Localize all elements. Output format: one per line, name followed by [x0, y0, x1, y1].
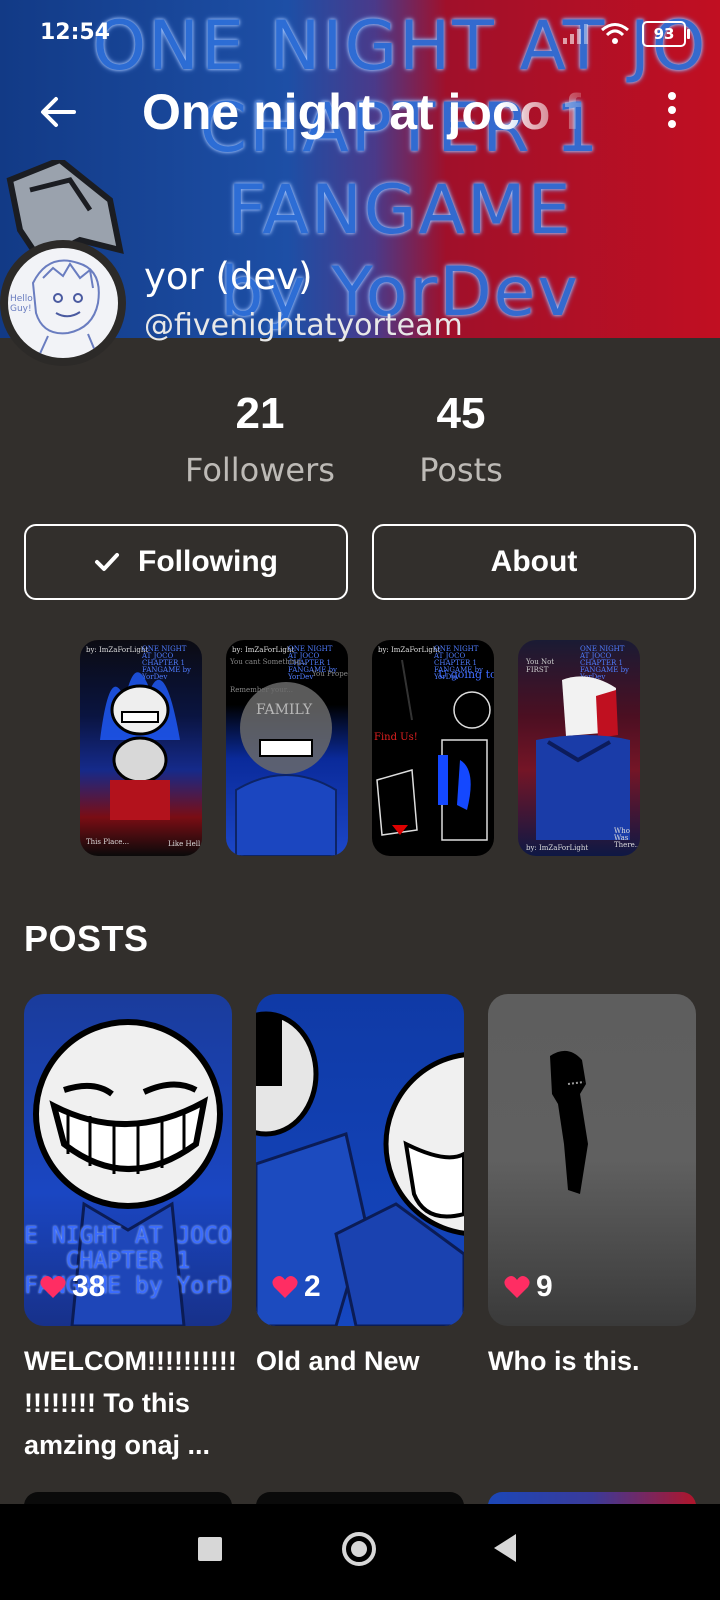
avatar-image: Hello Guy!	[8, 248, 118, 358]
nav-recent-icon[interactable]	[198, 1537, 222, 1561]
cover-caption: by: ImZaForLight	[526, 844, 589, 852]
status-bar: 12:54 93	[0, 0, 720, 70]
cover-thumbnail-4[interactable]: ONE NIGHT AT JOCO CHAPTER 1 FANGAME by Y…	[518, 640, 640, 856]
cover-caption: Like Hell	[168, 840, 201, 848]
banner-line: FANGAME	[227, 171, 573, 250]
avatar-caption: Hello Guy!	[10, 294, 33, 314]
followers-stat[interactable]: 21 Followers	[170, 388, 350, 500]
cover-thumbnail-2[interactable]: by: ImZaForLight ONE NIGHT AT JOCO CHAPT…	[226, 640, 348, 856]
nav-back-icon[interactable]	[494, 1534, 516, 1562]
followers-label: Followers	[185, 451, 335, 489]
heart-icon	[40, 1276, 66, 1298]
back-arrow-icon[interactable]	[30, 84, 86, 140]
wifi-icon	[601, 23, 629, 44]
cover-caption: Find Us!	[374, 732, 418, 743]
cover-caption: FAMILY	[256, 702, 313, 718]
profile-handle: @fivenightatyorteam	[144, 308, 463, 343]
post-card-1[interactable]: E NIGHT AT JOCO CHAPTER 1 FANGAME by Yor…	[24, 994, 232, 1326]
about-label: About	[490, 545, 578, 578]
check-icon	[95, 553, 120, 571]
post-likes-count: 38	[72, 1270, 106, 1303]
post-likes-count: 9	[536, 1270, 553, 1303]
status-icons: 93	[562, 20, 690, 48]
posts-count: 45	[436, 389, 486, 438]
post-2-title[interactable]: Old and New	[256, 1340, 466, 1382]
cover-caption: This Place...	[86, 838, 130, 846]
profile-username: yor (dev)	[144, 255, 313, 298]
posts-stat[interactable]: 45 Posts	[396, 388, 526, 500]
cover-caption: U going to	[438, 668, 494, 681]
battery-icon: 93	[642, 21, 690, 47]
posts-section-title: POSTS	[24, 918, 149, 959]
heart-icon	[504, 1276, 530, 1298]
followers-count: 21	[235, 389, 285, 438]
heart-icon	[272, 1276, 298, 1298]
posts-label: Posts	[419, 451, 503, 489]
post-card-2[interactable]: 2	[256, 994, 464, 1326]
following-label: Following	[138, 545, 278, 578]
cover-art-characters	[100, 672, 180, 820]
avatar[interactable]: Hello Guy!	[0, 240, 126, 366]
cover-caption: Who Was There...	[614, 827, 640, 849]
post-1-title[interactable]: WELCOM!!!!!!!!!! !!!!!!!! To this amzing…	[24, 1340, 237, 1466]
app-bar: One night at joco f	[0, 72, 720, 152]
system-nav-bar	[0, 1504, 720, 1600]
cover-art-face	[235, 682, 337, 856]
overlay-line: E NIGHT AT JOCO	[24, 1223, 232, 1249]
nav-home-icon[interactable]	[342, 1532, 376, 1566]
post-likes: 9	[504, 1270, 553, 1304]
status-time: 12:54	[40, 20, 111, 45]
post-likes: 2	[272, 1270, 321, 1304]
cover-thumbnail-3[interactable]: by: ImZaForLight ONE NIGHT AT JOCO CHAPT…	[372, 640, 494, 856]
following-button[interactable]: Following	[24, 524, 348, 600]
more-vert-icon[interactable]	[662, 88, 682, 138]
post-3-title[interactable]: Who is this.	[488, 1340, 698, 1382]
post-likes-count: 2	[304, 1270, 321, 1303]
signal-icon	[563, 24, 588, 44]
page-title: One night at joco f	[142, 84, 581, 140]
post-likes: 38	[40, 1270, 105, 1304]
cover-thumbnail-1[interactable]: by: ImZaForLight ONE NIGHT AT JOCO CHAPT…	[80, 640, 202, 856]
about-button[interactable]: About	[372, 524, 696, 600]
post-card-3[interactable]: 9	[488, 994, 696, 1326]
cover-art-figure	[536, 676, 630, 840]
